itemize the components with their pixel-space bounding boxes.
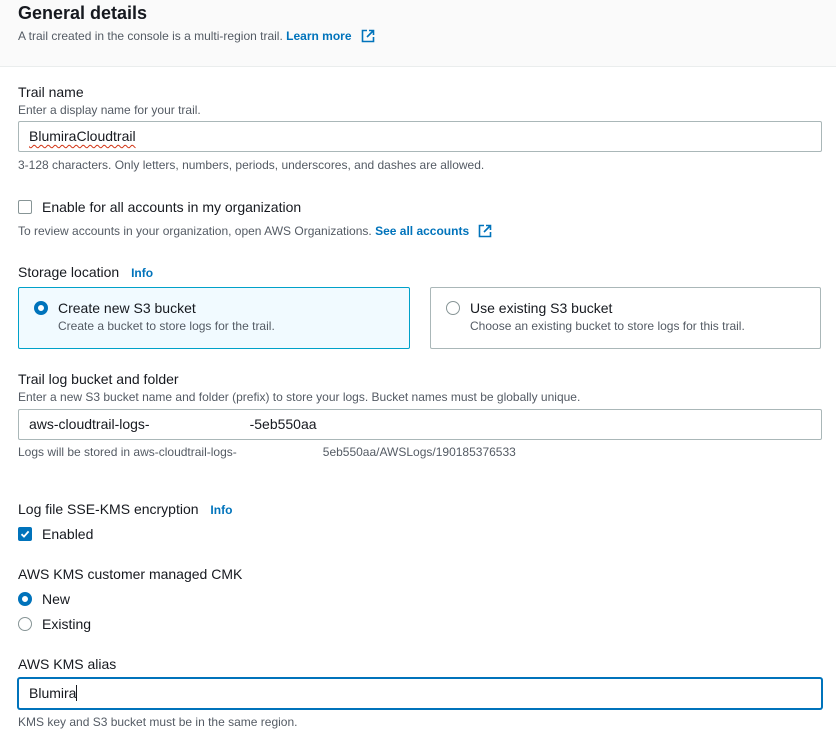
section-title: General details [18, 3, 148, 23]
see-all-accounts-link[interactable]: See all accounts [375, 224, 469, 238]
learn-more-link[interactable]: Learn more [286, 29, 351, 43]
encryption-enabled-checkbox[interactable] [18, 527, 32, 541]
trail-name-input[interactable]: BlumiraCloudtrail [18, 121, 822, 152]
create-new-bucket-tile[interactable]: Create new S3 bucket Create a bucket to … [18, 287, 410, 349]
section-subtitle: A trail created in the console is a mult… [18, 29, 375, 46]
org-accounts-label[interactable]: Enable for all accounts in my organizati… [42, 199, 301, 215]
general-details-header: General details A trail created in the c… [0, 0, 836, 67]
bucket-value-end: -5eb550aa [249, 416, 317, 432]
trail-name-value: BlumiraCloudtrail [29, 128, 136, 144]
org-description-text: To review accounts in your organization,… [18, 224, 372, 238]
bucket-name-input[interactable]: aws-cloudtrail-logs- -5eb550aa [18, 409, 822, 440]
kms-alias-value: Blumira [29, 685, 77, 701]
cmk-new-radio[interactable] [18, 592, 32, 606]
cmk-label: AWS KMS customer managed CMK [18, 566, 243, 582]
create-new-bucket-title: Create new S3 bucket [58, 300, 196, 316]
create-new-bucket-radio[interactable] [34, 301, 48, 315]
encryption-info-link[interactable]: Info [210, 503, 232, 517]
subtitle-text: A trail created in the console is a mult… [18, 29, 283, 43]
bucket-storage-hint: Logs will be stored in aws-cloudtrail-lo… [18, 445, 516, 459]
trail-name-description: Enter a display name for your trail. [18, 103, 201, 117]
use-existing-bucket-radio[interactable] [446, 301, 460, 315]
encryption-enabled-label[interactable]: Enabled [42, 526, 93, 542]
bucket-description: Enter a new S3 bucket name and folder (p… [18, 390, 581, 404]
kms-alias-input[interactable]: Blumira [18, 678, 822, 709]
storage-location-label: Storage location Info [18, 264, 153, 280]
cmk-existing-radio[interactable] [18, 617, 32, 631]
bucket-value-start: aws-cloudtrail-logs- [29, 416, 150, 432]
use-existing-bucket-title: Use existing S3 bucket [470, 300, 613, 316]
use-existing-bucket-tile[interactable]: Use existing S3 bucket Choose an existin… [430, 287, 821, 349]
encryption-label: Log file SSE-KMS encryption Info [18, 501, 232, 517]
kms-alias-label: AWS KMS alias [18, 656, 117, 672]
external-link-icon[interactable] [478, 224, 492, 241]
org-description: To review accounts in your organization,… [18, 224, 492, 241]
org-accounts-checkbox[interactable] [18, 200, 32, 214]
cmk-new-label[interactable]: New [42, 591, 70, 607]
text-caret [76, 685, 78, 701]
external-link-icon[interactable] [361, 29, 375, 46]
cmk-existing-label[interactable]: Existing [42, 616, 91, 632]
bucket-hint-end: 5eb550aa/AWSLogs/190185376533 [322, 445, 516, 459]
bucket-hint-start: Logs will be stored in aws-cloudtrail-lo… [18, 445, 237, 459]
trail-name-constraint: 3-128 characters. Only letters, numbers,… [18, 158, 485, 172]
encryption-label-text: Log file SSE-KMS encryption [18, 501, 199, 517]
create-new-bucket-description: Create a bucket to store logs for the tr… [58, 319, 275, 333]
use-existing-bucket-description: Choose an existing bucket to store logs … [470, 319, 745, 333]
storage-location-text: Storage location [18, 264, 120, 280]
storage-info-link[interactable]: Info [131, 266, 153, 280]
checkmark-icon [20, 530, 30, 538]
trail-name-label: Trail name [18, 84, 84, 100]
bucket-label: Trail log bucket and folder [18, 371, 179, 387]
kms-alias-hint: KMS key and S3 bucket must be in the sam… [18, 715, 298, 729]
